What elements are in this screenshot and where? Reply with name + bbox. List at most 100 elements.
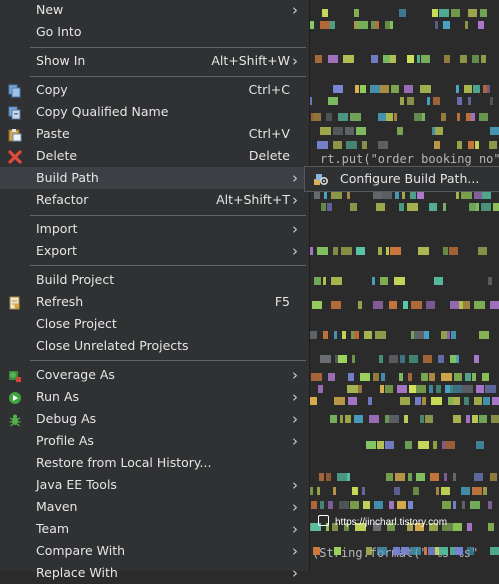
code-token	[403, 301, 408, 309]
code-token	[390, 55, 396, 63]
code-token	[333, 85, 343, 93]
code-token	[340, 415, 343, 423]
code-token	[337, 473, 347, 481]
code-token	[400, 397, 410, 405]
code-token	[472, 415, 478, 423]
menu-item-label: Show In	[36, 53, 86, 68]
menu-item-build-project[interactable]: Build Project	[0, 269, 309, 291]
code-snippet: rt.put("order booking no"	[320, 152, 499, 166]
code-token	[476, 441, 484, 449]
code-token	[408, 473, 412, 481]
code-token	[407, 55, 414, 63]
code-token	[439, 547, 448, 555]
build-path-submenu: Configure Build Path...	[304, 166, 499, 192]
menu-item-maven[interactable]: Maven ›	[0, 496, 309, 518]
menu-item-coverage-as[interactable]: Coverage As ›	[0, 364, 309, 386]
code-token	[490, 473, 497, 481]
refresh-icon	[8, 295, 22, 310]
menu-item-go-into[interactable]: Go Into	[0, 21, 309, 43]
code-token	[461, 191, 472, 199]
code-token	[472, 373, 476, 381]
menu-item-replace-with[interactable]: Replace With ›	[0, 562, 309, 584]
menu-item-java-ee-tools[interactable]: Java EE Tools ›	[0, 474, 309, 496]
code-token	[383, 55, 390, 63]
menu-item-label: Compare With	[36, 543, 126, 558]
code-token	[410, 547, 421, 555]
code-token	[438, 355, 444, 363]
menu-item-compare-with[interactable]: Compare With ›	[0, 540, 309, 562]
menu-item-run-as[interactable]: Run As ›	[0, 386, 309, 408]
code-token	[489, 141, 497, 149]
code-token	[314, 191, 320, 199]
menu-item-refresh[interactable]: Refresh F5	[0, 291, 309, 313]
menu-item-new[interactable]: New ›	[0, 0, 309, 21]
menu-item-copy-qualified-name[interactable]: Copy Qualified Name	[0, 101, 309, 123]
menu-item-refactor[interactable]: Refactor Alt+Shift+T ›	[0, 189, 309, 211]
menu-item-close-unrelated-projects[interactable]: Close Unrelated Projects	[0, 335, 309, 357]
code-token	[453, 501, 456, 509]
code-token	[474, 355, 479, 363]
code-token	[323, 331, 328, 339]
code-token	[315, 55, 322, 63]
code-token	[330, 21, 335, 29]
menu-item-import[interactable]: Import ›	[0, 218, 309, 240]
menu-item-delete[interactable]: Delete Delete	[0, 145, 309, 167]
submenu-arrow-icon: ›	[292, 476, 298, 494]
code-line	[308, 20, 499, 30]
code-token	[409, 385, 416, 393]
menu-item-debug-as[interactable]: Debug As ›	[0, 408, 309, 430]
code-line	[308, 140, 499, 150]
code-line	[308, 414, 499, 424]
menu-item-copy[interactable]: Copy Ctrl+C	[0, 79, 309, 101]
code-token	[320, 21, 330, 29]
code-token	[461, 487, 470, 495]
menu-item-label: Import	[36, 221, 78, 236]
code-token	[319, 473, 324, 481]
code-token	[444, 55, 450, 63]
code-token	[469, 203, 476, 211]
code-line	[308, 126, 499, 136]
code-token	[397, 385, 407, 393]
menu-item-build-path[interactable]: Build Path ›	[0, 167, 309, 189]
code-line	[308, 330, 499, 340]
code-token	[402, 191, 405, 199]
menu-item-shortcut: Alt+Shift+W	[211, 53, 290, 68]
code-token	[485, 385, 496, 393]
configure-build-path-menu-item[interactable]: Configure Build Path...	[305, 168, 499, 190]
code-token	[467, 547, 474, 555]
submenu-arrow-icon: ›	[292, 220, 298, 238]
menu-separator	[30, 76, 306, 77]
code-line	[308, 546, 499, 556]
menu-item-profile-as[interactable]: Profile As ›	[0, 430, 309, 452]
menu-item-show-in[interactable]: Show In Alt+Shift+W ›	[0, 50, 309, 72]
code-token	[391, 85, 399, 93]
context-menu: New › Go Into Show In Alt+Shift+W › Copy Ctrl+C…	[0, 0, 310, 582]
code-token	[352, 487, 358, 495]
code-token	[328, 55, 338, 63]
menu-item-team[interactable]: Team ›	[0, 518, 309, 540]
menu-item-export[interactable]: Export ›	[0, 240, 309, 262]
code-token	[426, 301, 435, 309]
code-token	[377, 441, 384, 449]
menu-item-close-project[interactable]: Close Project	[0, 313, 309, 335]
watermark-logo-icon	[318, 515, 329, 526]
code-token	[370, 85, 380, 93]
code-token	[314, 277, 321, 285]
code-token	[400, 355, 405, 363]
code-token	[410, 191, 416, 199]
code-token	[389, 415, 399, 423]
code-token	[431, 397, 442, 405]
menu-item-paste[interactable]: Paste Ctrl+V	[0, 123, 309, 145]
submenu-arrow-icon: ›	[292, 542, 298, 560]
code-token	[401, 547, 409, 555]
code-token	[317, 141, 328, 149]
code-token	[433, 97, 440, 105]
code-token	[321, 203, 326, 211]
code-token	[368, 397, 372, 405]
code-token	[491, 415, 499, 423]
code-token	[354, 415, 363, 423]
code-token	[454, 373, 462, 381]
code-token	[456, 191, 459, 199]
code-token	[360, 373, 370, 381]
menu-item-restore-from-local-history[interactable]: Restore from Local History...	[0, 452, 309, 474]
